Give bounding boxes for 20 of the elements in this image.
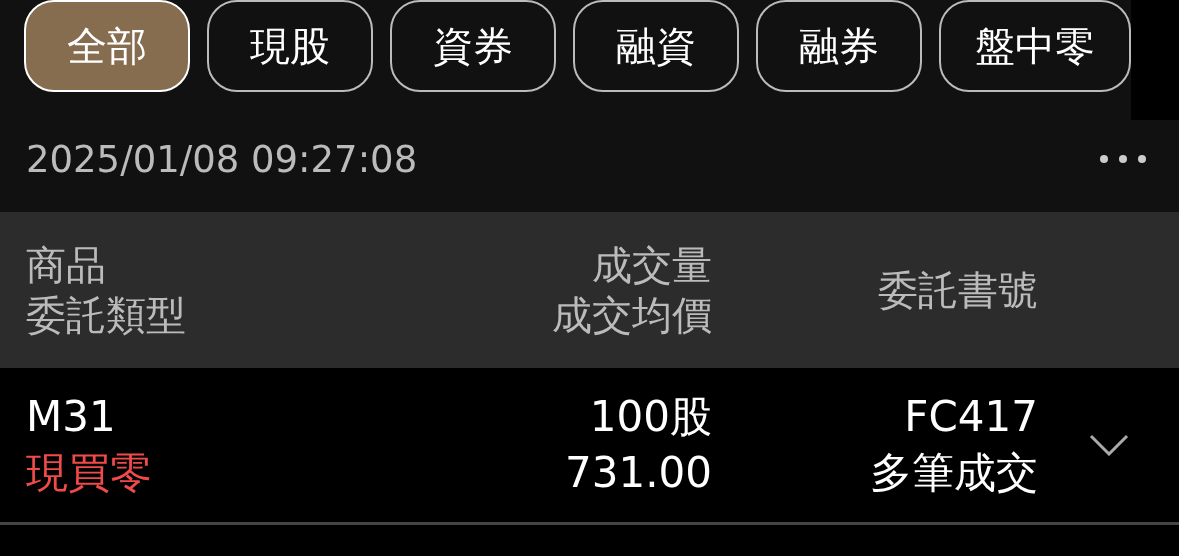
quantity-text: 100股 [589,391,712,443]
column-heading: 成交量 [592,241,712,290]
filter-tab[interactable]: 融資 [573,0,739,92]
column-heading: 委託書號 [878,266,1038,315]
fill-status-text: 多筆成交 [870,447,1038,499]
column-heading: 委託類型 [26,291,187,340]
filter-tab[interactable]: 融券 [756,0,922,92]
symbol-text: M31 [26,391,117,443]
filter-tab[interactable]: 資券 [390,0,556,92]
more-icon[interactable] [1099,154,1147,164]
average-price-text: 731.00 [565,447,712,499]
timestamp: 2025/01/08 09:27:08 [26,138,418,181]
column-heading: 成交均價 [552,291,712,340]
filter-tab[interactable]: 全部 [24,0,190,92]
order-type-text: 現買零 [26,447,153,499]
chevron-icon[interactable] [1088,434,1129,456]
order-number-text: FC417 [904,391,1038,443]
column-heading: 商品 [26,241,107,290]
filter-tab[interactable]: 現股 [207,0,373,92]
filter-tab[interactable]: 盤中零 [939,0,1131,92]
